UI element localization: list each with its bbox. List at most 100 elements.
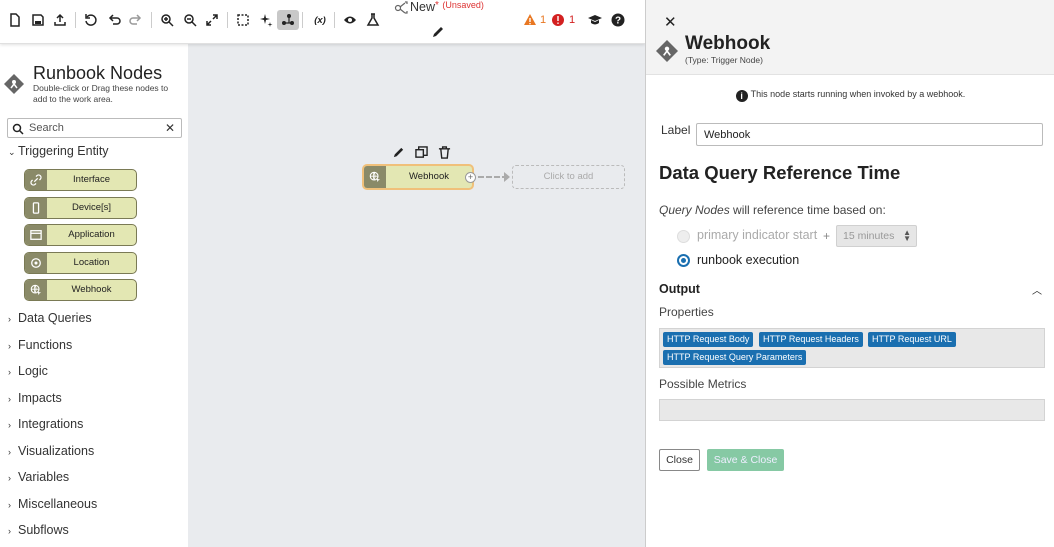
error-count: 1 xyxy=(569,14,576,26)
toolbar-divider xyxy=(227,12,228,28)
chevron-right-icon: › xyxy=(8,420,11,430)
runbook-nodes-icon xyxy=(4,74,24,94)
toolbar-divider xyxy=(75,12,76,28)
learn-icon[interactable] xyxy=(587,12,603,28)
category-triggering-entity[interactable]: ⌄ Triggering Entity xyxy=(8,144,109,158)
info-message: i This node starts running when invoked b… xyxy=(646,89,1054,102)
chevron-right-icon: › xyxy=(8,367,11,377)
new-file-icon[interactable] xyxy=(7,12,23,28)
option-primary-label: primary indicator start xyxy=(697,228,818,242)
error-icon[interactable] xyxy=(550,12,566,28)
category-label: Impacts xyxy=(18,391,62,405)
select-arrows-icon: ▲ ▼ xyxy=(903,228,911,243)
editor-title: Webhook xyxy=(685,33,771,54)
palette-node-webhook[interactable]: Webhook xyxy=(24,279,137,301)
editor-header: ✕ Webhook (Type: Trigger Node) xyxy=(646,0,1054,75)
metrics-label: Possible Metrics xyxy=(659,377,747,391)
category-subflows[interactable]: › Subflows xyxy=(8,523,69,537)
chevron-up-icon[interactable]: ︿ xyxy=(1032,282,1042,297)
device-icon xyxy=(25,198,47,218)
toolbar: (x) New* (Unsaved) 1 1 ? xyxy=(0,0,645,44)
metrics-list xyxy=(659,399,1045,421)
chevron-right-icon: › xyxy=(8,314,11,324)
test-icon[interactable] xyxy=(365,12,381,28)
properties-label: Properties xyxy=(659,305,714,319)
category-label: Logic xyxy=(18,364,48,378)
category-data-queries[interactable]: › Data Queries xyxy=(8,311,92,325)
help-icon[interactable]: ? xyxy=(610,12,626,28)
canvas-node-label: Webhook xyxy=(409,171,449,182)
preview-icon[interactable] xyxy=(342,12,358,28)
plus-sign: + xyxy=(823,229,831,243)
node-palette: Runbook Nodes Double-click or Drag these… xyxy=(0,44,188,547)
radio-primary-indicator[interactable] xyxy=(677,230,690,243)
properties-list: HTTP Request Body HTTP Request Headers H… xyxy=(659,328,1045,368)
property-tag: HTTP Request URL xyxy=(868,332,956,347)
close-icon[interactable]: ✕ xyxy=(664,13,677,31)
zoom-out-icon[interactable] xyxy=(182,12,198,28)
edit-title-icon[interactable] xyxy=(430,24,446,40)
category-logic[interactable]: › Logic xyxy=(8,364,48,378)
add-port-icon[interactable]: + xyxy=(465,172,476,183)
save-icon[interactable] xyxy=(30,12,46,28)
warning-icon[interactable] xyxy=(522,12,538,28)
close-button[interactable]: Close xyxy=(659,449,700,471)
category-label: Triggering Entity xyxy=(18,144,109,158)
toolbar-divider xyxy=(302,12,303,28)
undo-icon[interactable] xyxy=(106,12,122,28)
canvas-node-webhook[interactable]: Webhook + xyxy=(362,164,476,190)
duplicate-node-icon[interactable] xyxy=(415,146,428,159)
category-functions[interactable]: › Functions xyxy=(8,338,72,352)
palette-node-interface[interactable]: Interface xyxy=(24,169,137,191)
delete-node-icon[interactable] xyxy=(438,146,451,159)
palette-node-location[interactable]: Location xyxy=(24,252,137,274)
palette-title: Runbook Nodes xyxy=(33,63,163,83)
select-area-icon[interactable] xyxy=(235,12,251,28)
palette-node-label: Location xyxy=(73,257,110,268)
category-label: Variables xyxy=(18,470,70,484)
connector-arrow xyxy=(504,172,510,182)
duration-value: 15 minutes xyxy=(843,230,895,242)
link-icon xyxy=(25,170,47,190)
warning-count: 1 xyxy=(540,14,547,26)
webhook-icon xyxy=(364,166,386,188)
save-close-button[interactable]: Save & Close xyxy=(707,449,784,471)
unsaved-label: (Unsaved) xyxy=(442,0,484,10)
duration-select[interactable]: 15 minutes ▲ ▼ xyxy=(836,225,917,247)
variables-icon[interactable]: (x) xyxy=(311,12,329,28)
history-icon[interactable] xyxy=(83,12,99,28)
category-variables[interactable]: › Variables xyxy=(8,470,69,484)
palette-node-application[interactable]: Application xyxy=(24,224,137,246)
category-integrations[interactable]: › Integrations xyxy=(8,417,83,431)
query-nodes-emphasis: Query Nodes xyxy=(659,203,730,217)
category-label: Data Queries xyxy=(18,311,92,325)
click-to-add-placeholder[interactable]: Click to add xyxy=(512,165,625,189)
search-input[interactable]: Search ✕ xyxy=(7,118,182,138)
info-text: This node starts running when invoked by… xyxy=(750,89,966,99)
export-icon[interactable] xyxy=(52,12,68,28)
chevron-right-icon: › xyxy=(8,500,11,510)
node-editor-panel: ✕ Webhook (Type: Trigger Node) i This nod… xyxy=(645,0,1054,547)
zoom-in-icon[interactable] xyxy=(159,12,175,28)
radio-runbook-execution[interactable] xyxy=(677,254,690,267)
palette-node-label: Webhook xyxy=(71,284,112,295)
clear-search-icon[interactable]: ✕ xyxy=(165,121,175,135)
category-miscellaneous[interactable]: › Miscellaneous xyxy=(8,497,97,511)
search-placeholder: Search xyxy=(29,122,64,134)
editor-type-label: (Type: Trigger Node) xyxy=(685,55,763,65)
fit-icon[interactable] xyxy=(204,12,220,28)
category-impacts[interactable]: › Impacts xyxy=(8,391,62,405)
flow-icon xyxy=(393,0,409,16)
auto-layout-icon[interactable] xyxy=(258,12,274,28)
connect-mode-icon[interactable] xyxy=(277,10,299,30)
category-visualizations[interactable]: › Visualizations xyxy=(8,444,94,458)
section-title: Data Query Reference Time xyxy=(659,162,901,183)
redo-icon[interactable] xyxy=(128,12,144,28)
flow-name: New xyxy=(410,0,436,14)
chevron-right-icon: › xyxy=(8,473,11,483)
edit-node-icon[interactable] xyxy=(392,146,405,159)
palette-node-devices[interactable]: Device[s] xyxy=(24,197,137,219)
work-area[interactable]: Webhook + Click to add xyxy=(188,44,645,547)
palette-subtitle: Double-click or Drag these nodes to add … xyxy=(33,83,169,104)
label-field[interactable]: Webhook xyxy=(696,123,1043,146)
